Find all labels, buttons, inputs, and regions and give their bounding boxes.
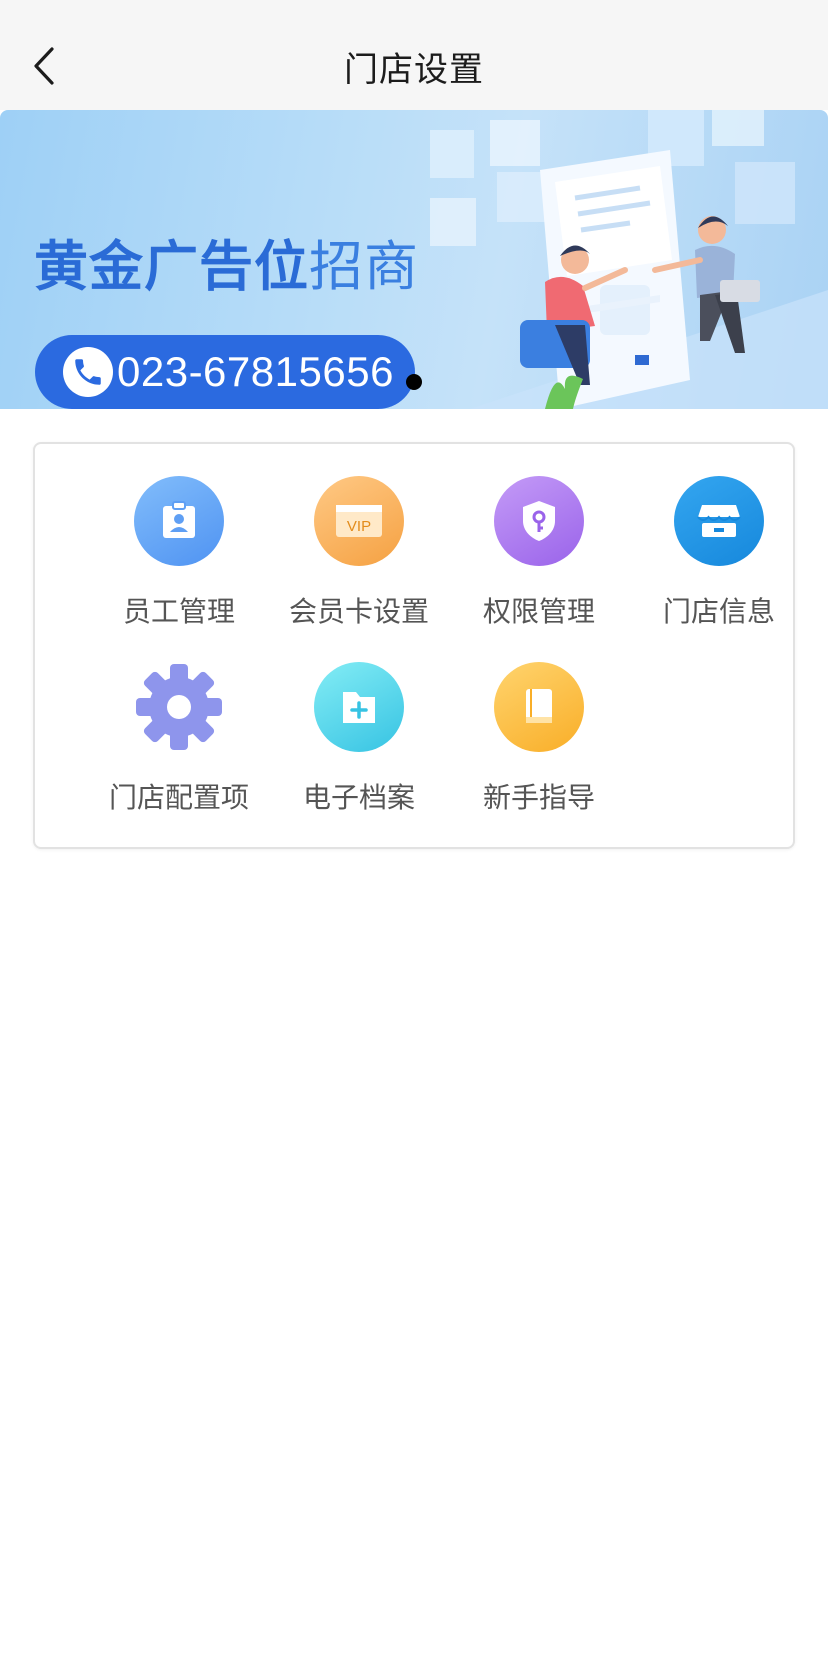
menu-item-staff-management[interactable]: 员工管理 <box>89 476 269 636</box>
banner-phone-pill[interactable]: 023-67815656 <box>35 335 415 409</box>
banner-phone-number: 023-67815656 <box>117 348 394 395</box>
carousel-indicator[interactable] <box>406 374 422 390</box>
phone-icon <box>63 347 113 397</box>
menu-item-label: 电子档案 <box>302 781 415 814</box>
vip-card-icon: VIP <box>314 476 404 566</box>
menu-item-label: 权限管理 <box>482 595 595 628</box>
menu-item-label: 会员卡设置 <box>288 595 429 628</box>
folder-plus-icon <box>314 662 404 752</box>
top-nav-bar: 门店设置 <box>0 0 828 110</box>
shield-key-icon <box>494 476 584 566</box>
banner-headline-light: 招商 <box>309 235 419 298</box>
menu-item-beginner-guide[interactable]: 新手指导 <box>449 662 629 822</box>
store-settings-menu: 员工管理 VIP 会员卡设置 权限管理 门店信息 门店配置项 电子档案 新手指导 <box>33 442 795 849</box>
page-title: 门店设置 <box>344 50 484 90</box>
menu-item-label: 员工管理 <box>122 595 235 628</box>
menu-item-label: 门店信息 <box>662 595 775 628</box>
menu-item-store-info[interactable]: 门店信息 <box>629 476 809 636</box>
gear-icon <box>134 662 224 752</box>
banner-headline: 黄金广告位招商 <box>34 222 419 301</box>
menu-item-label: 门店配置项 <box>108 781 249 814</box>
id-badge-icon <box>134 476 224 566</box>
menu-item-membership-card[interactable]: VIP 会员卡设置 <box>269 476 449 636</box>
book-icon <box>494 662 584 752</box>
menu-item-store-config[interactable]: 门店配置项 <box>89 662 269 822</box>
svg-text:VIP: VIP <box>347 518 371 535</box>
menu-item-e-archive[interactable]: 电子档案 <box>269 662 449 822</box>
menu-item-permission-management[interactable]: 权限管理 <box>449 476 629 636</box>
menu-item-label: 新手指导 <box>482 781 595 814</box>
banner-headline-bold: 黄金广告位 <box>34 235 309 298</box>
store-icon <box>674 476 764 566</box>
ad-banner[interactable]: 黄金广告位招商 023-67815656 <box>0 110 828 409</box>
